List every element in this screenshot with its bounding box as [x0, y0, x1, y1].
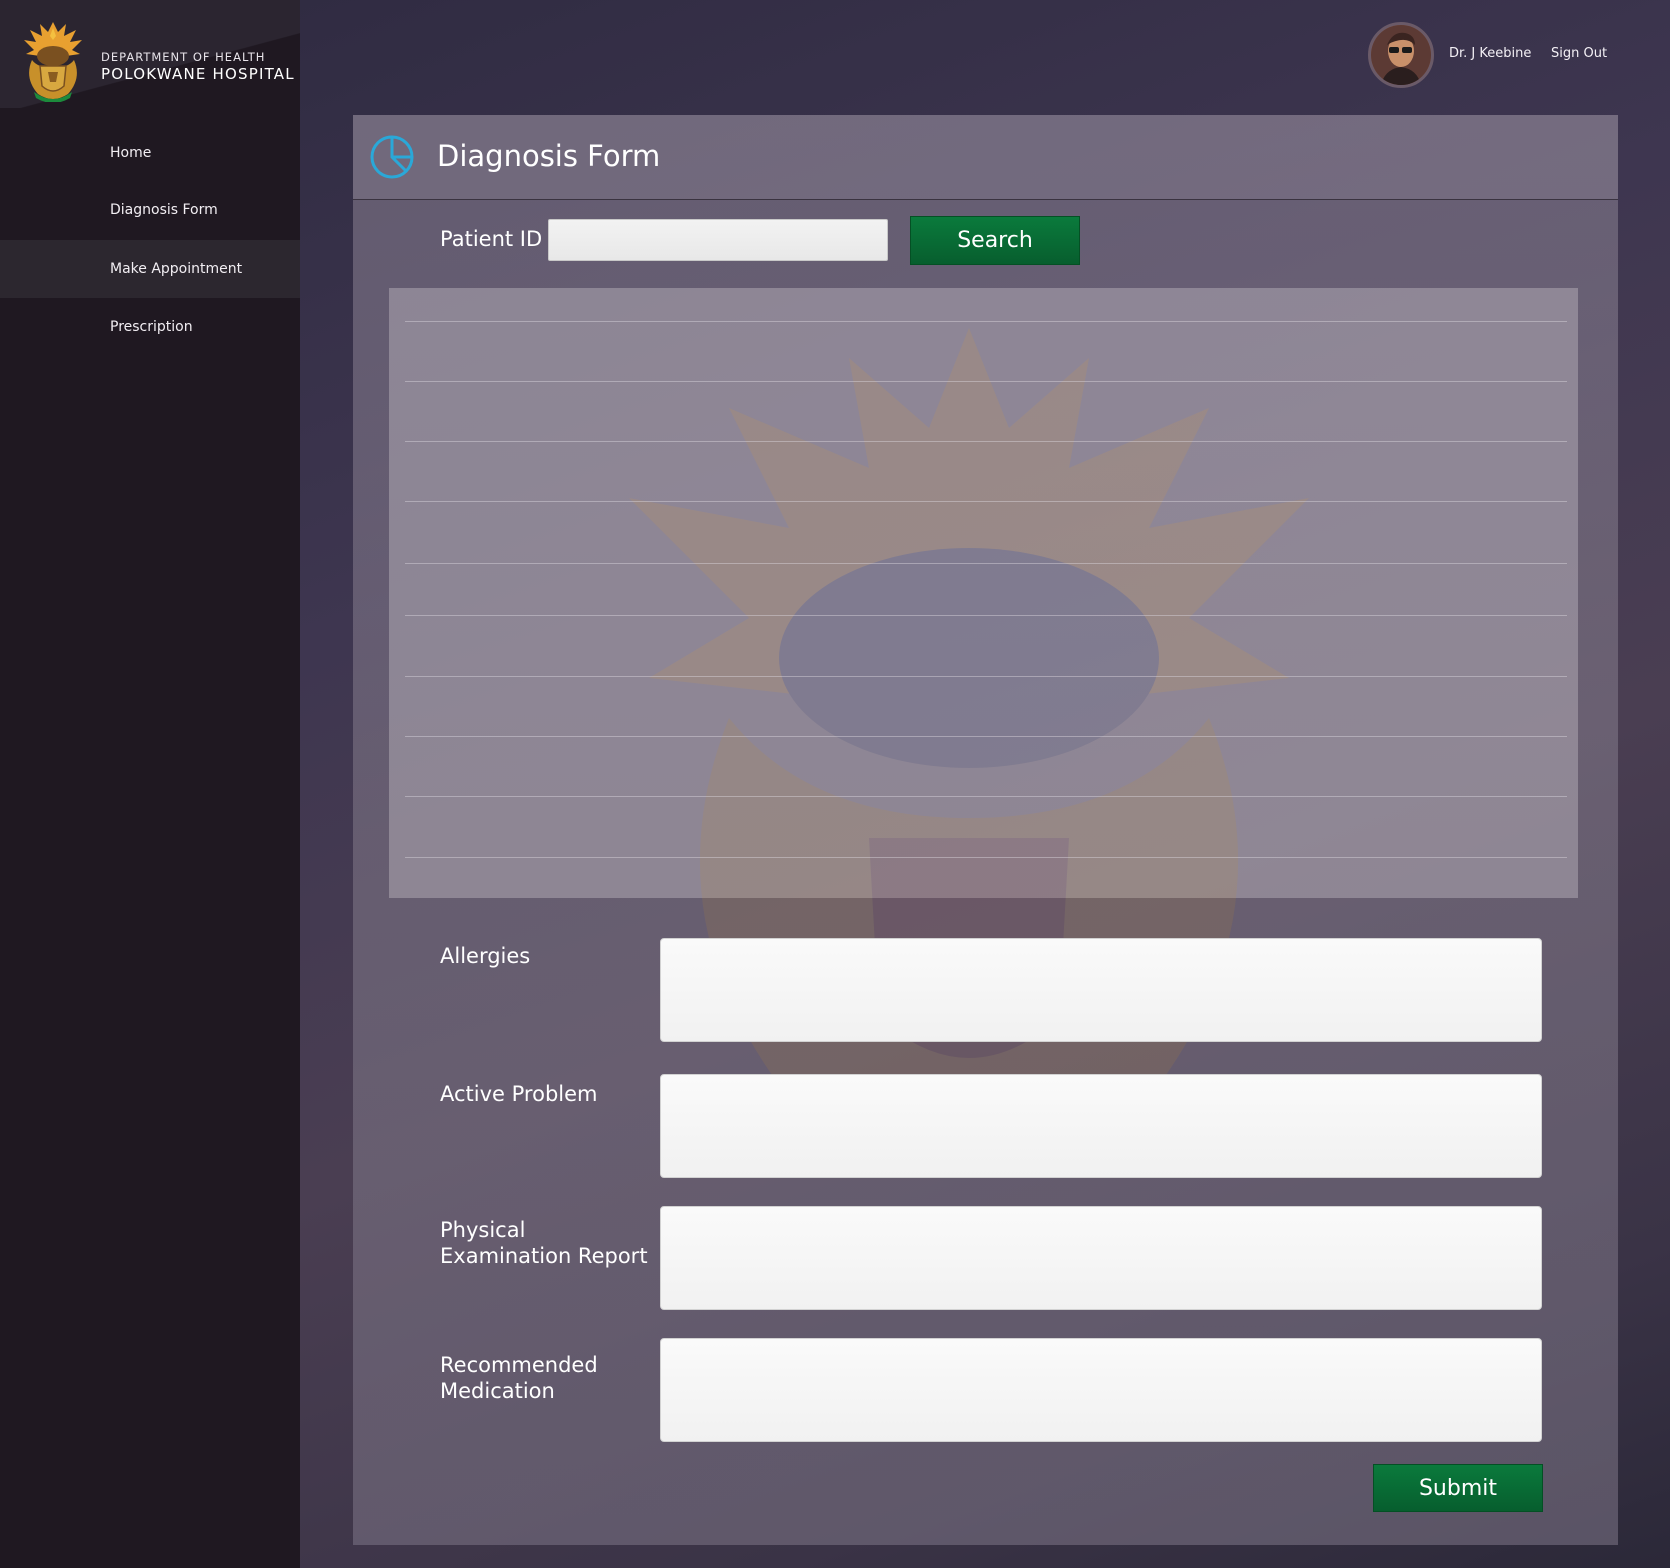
submit-button[interactable]: Submit — [1373, 1464, 1543, 1512]
allergies-field[interactable] — [660, 938, 1542, 1042]
diagnosis-panel: Diagnosis Form Patient ID Search Allergi… — [353, 115, 1618, 1545]
sidebar-item-make-appointment[interactable]: Make Appointment — [0, 240, 300, 298]
user-name: Dr. J Keebine — [1449, 46, 1532, 61]
avatar[interactable] — [1368, 22, 1434, 88]
department-label: DEPARTMENT OF HEALTH — [101, 50, 266, 64]
user-avatar-icon — [1371, 25, 1431, 85]
hospital-name: POLOKWANE HOSPITAL — [101, 65, 295, 83]
recommended-medication-field[interactable] — [660, 1338, 1542, 1442]
panel-header: Diagnosis Form — [353, 115, 1618, 200]
results-table — [389, 288, 1578, 1148]
active-problem-label: Active Problem — [440, 1082, 598, 1106]
sign-out-link[interactable]: Sign Out — [1551, 46, 1607, 61]
brand-header: DEPARTMENT OF HEALTH POLOKWANE HOSPITAL — [0, 0, 300, 108]
table-row — [405, 615, 1567, 616]
sidebar-item-prescription[interactable]: Prescription — [0, 298, 300, 356]
page-title: Diagnosis Form — [437, 139, 661, 173]
sidebar-item-label: Home — [110, 145, 152, 161]
physical-exam-field[interactable] — [660, 1206, 1542, 1310]
patient-id-label: Patient ID — [440, 227, 543, 251]
table-row — [405, 796, 1567, 797]
pie-chart-icon — [370, 135, 414, 179]
table-row — [405, 321, 1567, 322]
table-row — [405, 441, 1567, 442]
coat-of-arms-logo — [24, 22, 82, 102]
table-row — [405, 563, 1567, 564]
sidebar: DEPARTMENT OF HEALTH POLOKWANE HOSPITAL … — [0, 0, 300, 1568]
table-row — [405, 676, 1567, 677]
sidebar-item-label: Prescription — [110, 319, 193, 335]
sidebar-item-label: Diagnosis Form — [110, 202, 218, 218]
search-button[interactable]: Search — [910, 216, 1080, 265]
table-row — [405, 501, 1567, 502]
sidebar-item-home[interactable]: Home — [0, 124, 300, 182]
table-row — [405, 736, 1567, 737]
physical-exam-label: Physical Examination Report — [440, 1218, 648, 1268]
allergies-label: Allergies — [440, 944, 531, 968]
recommended-medication-label: Recommended Medication — [440, 1353, 598, 1403]
coat-of-arms-watermark-icon — [629, 328, 1309, 1148]
active-problem-field[interactable] — [660, 1074, 1542, 1178]
table-row — [405, 381, 1567, 382]
table-row — [405, 857, 1567, 858]
sidebar-item-label: Make Appointment — [110, 261, 243, 277]
patient-id-input[interactable] — [548, 219, 888, 261]
sidebar-item-diagnosis-form[interactable]: Diagnosis Form — [0, 181, 300, 239]
